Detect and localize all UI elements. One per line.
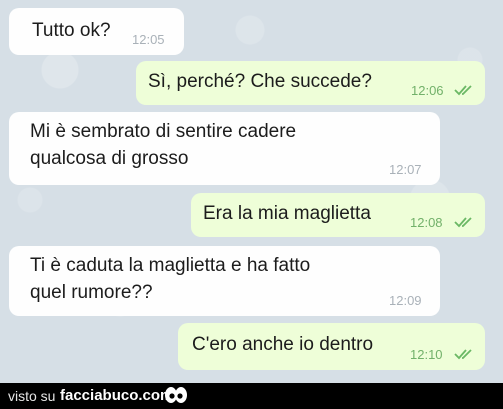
message-time: 12:05	[132, 32, 165, 47]
eyes-icon	[164, 386, 188, 404]
message-text: quel rumore??	[30, 282, 153, 303]
message-text: Mi è sembrato di sentire cadere	[30, 121, 297, 142]
message-incoming[interactable]: Tutto ok? 12:05	[9, 8, 184, 55]
double-check-icon	[454, 348, 476, 360]
watermark-prefix: visto su	[8, 388, 56, 404]
message-time: 12:06	[411, 83, 444, 98]
watermark-site[interactable]: facciabuco.com	[60, 387, 173, 404]
message-time: 12:10	[410, 347, 443, 362]
message-time: 12:09	[389, 293, 422, 308]
message-outgoing[interactable]: C'ero anche io dentro 12:10	[178, 323, 485, 370]
double-check-icon	[454, 84, 476, 96]
message-incoming[interactable]: Ti è caduta la maglietta e ha fatto quel…	[9, 246, 440, 316]
message-text: Sì, perché? Che succede?	[148, 71, 372, 92]
message-outgoing[interactable]: Era la mia maglietta 12:08	[191, 193, 485, 237]
message-incoming[interactable]: Mi è sembrato di sentire cadere qualcosa…	[9, 112, 440, 185]
screenshot-frame: Tutto ok? 12:05 Sì, perché? Che succede?…	[0, 0, 503, 409]
message-text: Ti è caduta la maglietta e ha fatto	[30, 255, 311, 276]
message-text: C'ero anche io dentro	[192, 334, 374, 355]
message-time: 12:07	[389, 162, 422, 177]
message-text: Era la mia maglietta	[203, 203, 371, 224]
watermark-footer: visto su facciabuco.com	[0, 383, 503, 409]
message-text: qualcosa di grosso	[30, 148, 189, 169]
double-check-icon	[454, 216, 476, 228]
message-text: Tutto ok?	[32, 20, 111, 41]
message-time: 12:08	[410, 215, 443, 230]
message-outgoing[interactable]: Sì, perché? Che succede? 12:06	[136, 61, 485, 105]
chat-area[interactable]: Tutto ok? 12:05 Sì, perché? Che succede?…	[0, 0, 503, 383]
